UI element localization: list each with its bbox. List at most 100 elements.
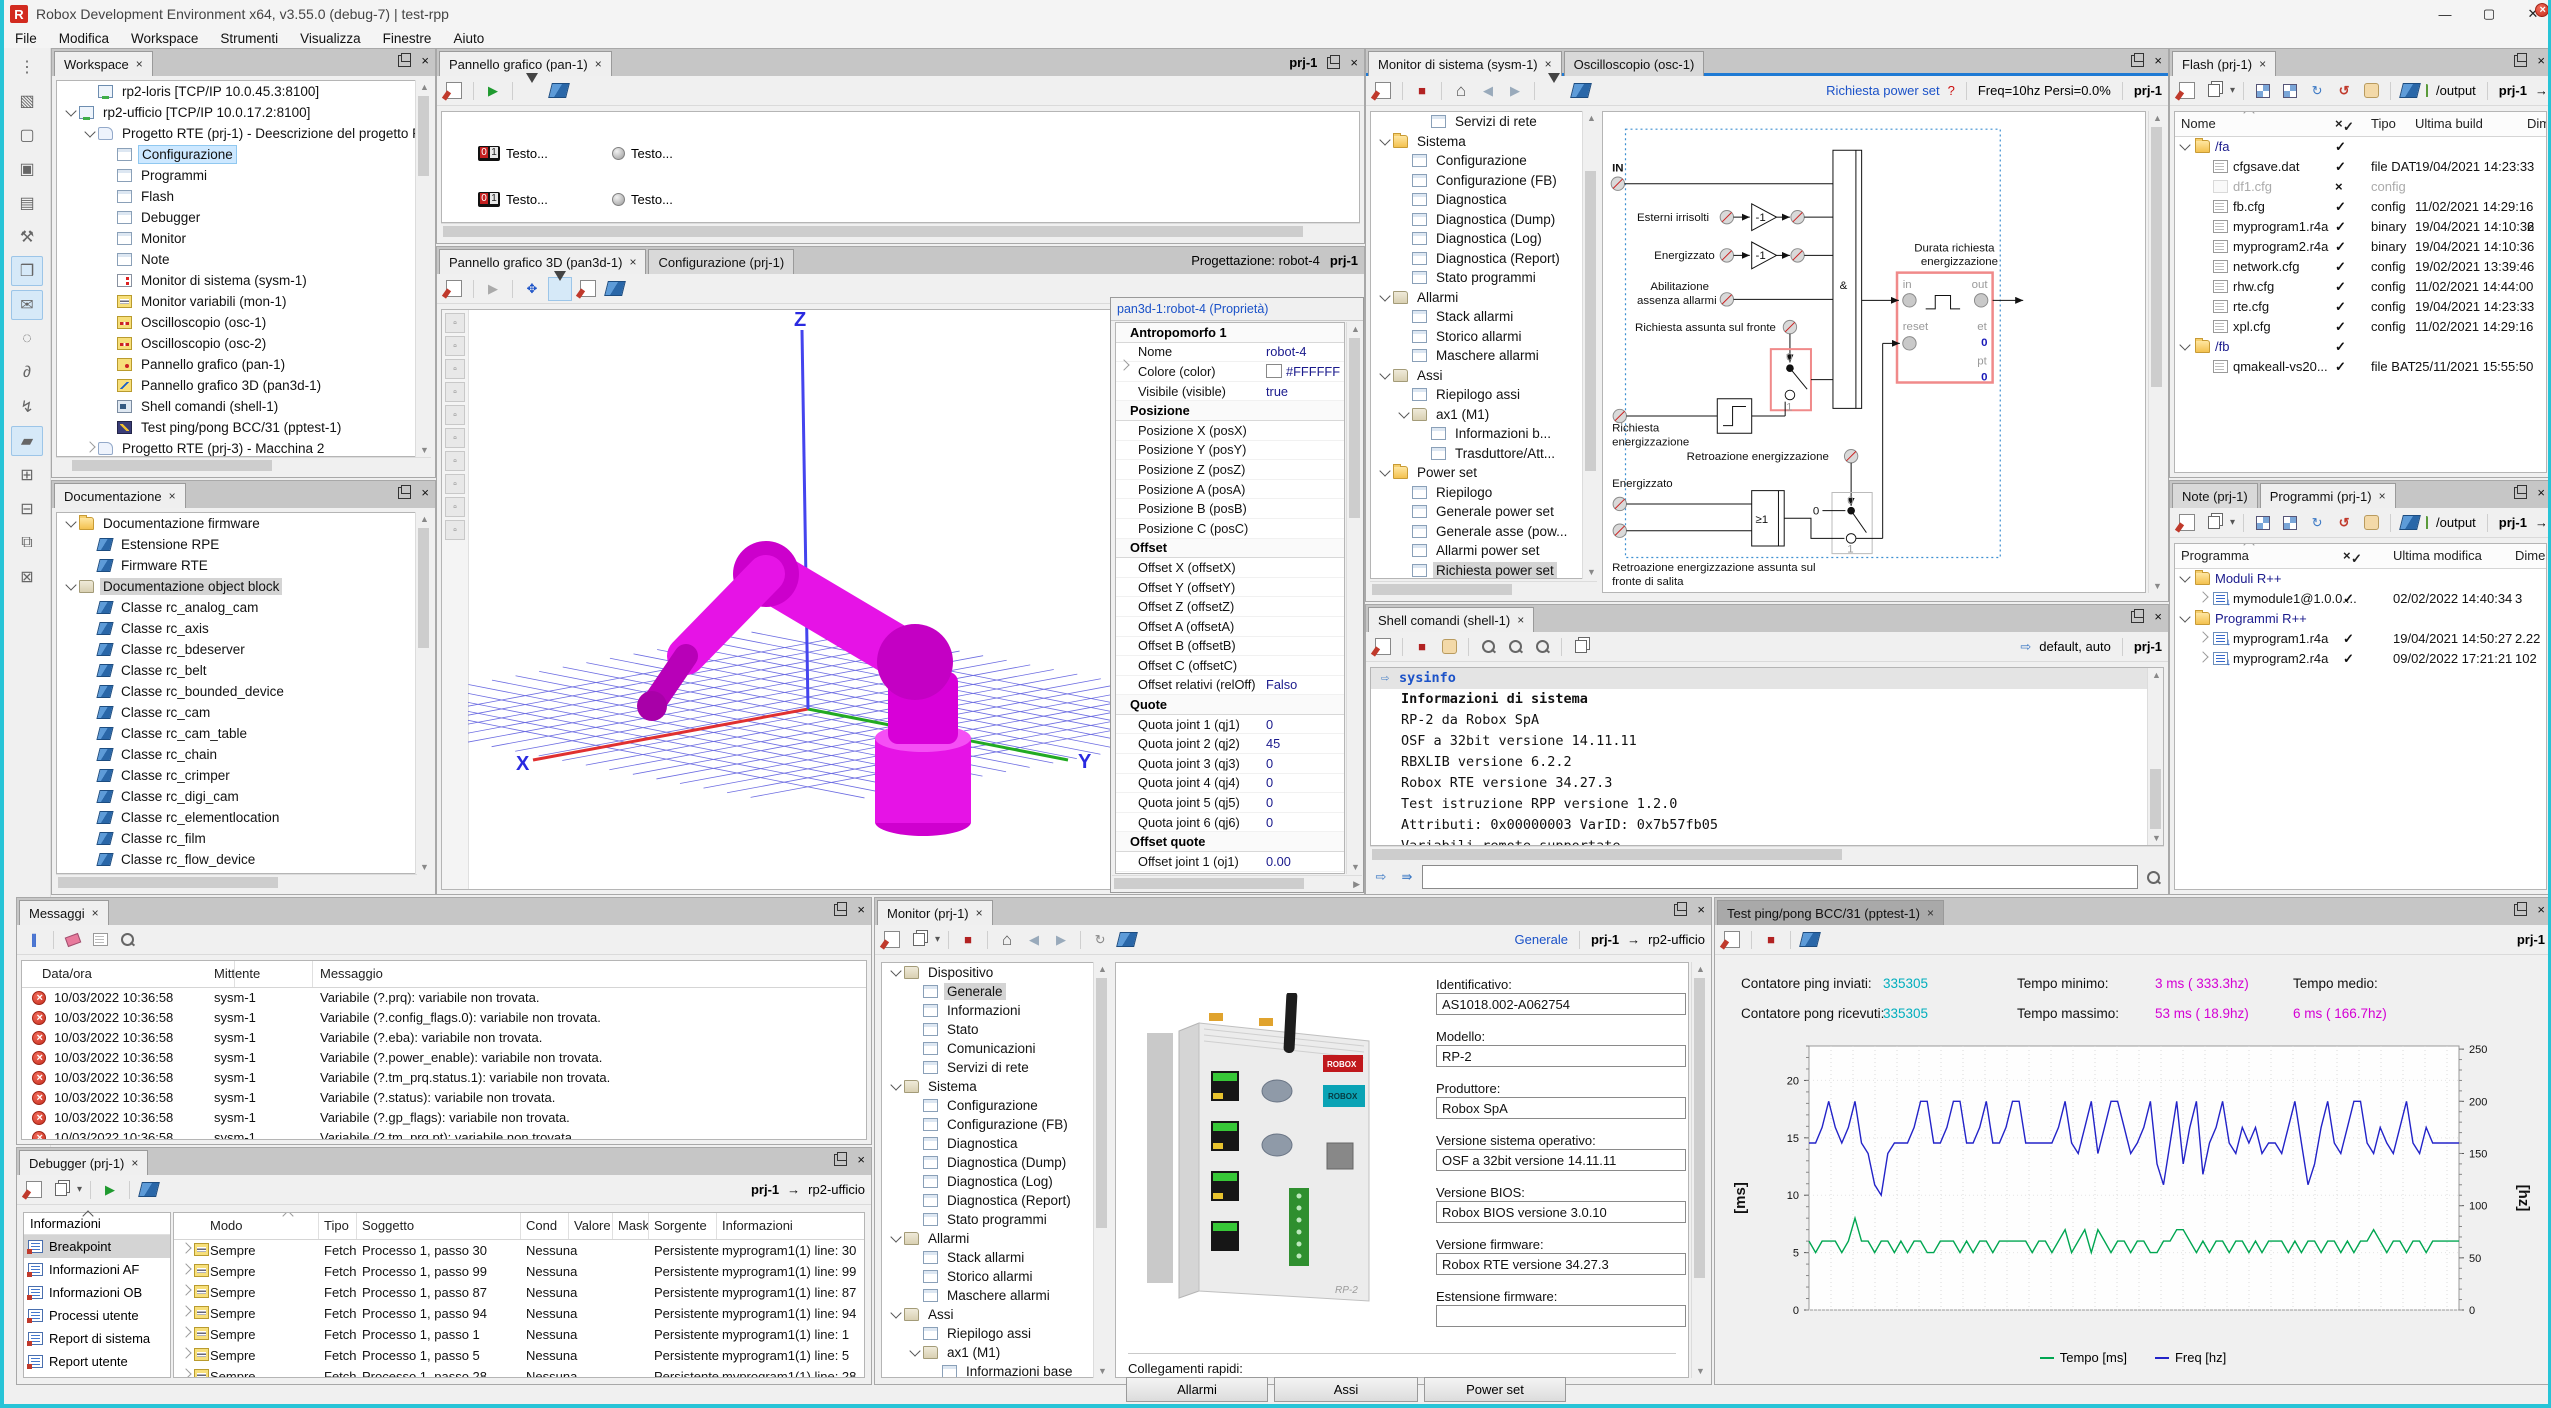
chevron-down-icon[interactable] xyxy=(65,579,76,590)
float-icon[interactable] xyxy=(834,904,847,916)
menu-aiuto[interactable]: Aiuto xyxy=(442,31,495,46)
float-icon[interactable] xyxy=(1674,904,1687,916)
monitor-tree-vscrollbar[interactable]: ▲▼ xyxy=(1093,962,1109,1378)
tab-debugger[interactable]: Debugger (prj-1)× xyxy=(19,1150,148,1175)
property-row[interactable]: Quota joint 4 (qj4)0 xyxy=(1116,774,1344,794)
help-book-icon[interactable] xyxy=(548,80,570,102)
message-row[interactable]: 10/03/2022 10:36:58sysm-1Variabile (?.eb… xyxy=(22,1028,866,1048)
message-row[interactable]: 10/03/2022 10:36:58sysm-1Variabile (?.tm… xyxy=(22,1128,866,1140)
iso-view-icon[interactable]: ▫ xyxy=(445,497,465,517)
help-book-icon[interactable] xyxy=(2399,512,2421,534)
new-doc-icon[interactable]: ▢ xyxy=(11,120,43,150)
quick-button-power-set[interactable]: Power set xyxy=(1424,1377,1566,1402)
table-row[interactable]: fb.cfg✓config11/02/2021 14:29:16 xyxy=(2175,197,2546,217)
props-hscrollbar[interactable]: ▶ xyxy=(1112,875,1362,891)
chevron-down-icon[interactable] xyxy=(65,105,76,116)
pointer-icon[interactable] xyxy=(1543,80,1565,102)
send-icon[interactable]: ⇨ xyxy=(1370,866,1392,888)
table-row[interactable]: network.cfg✓config19/02/2021 13:39:46 xyxy=(2175,257,2546,277)
tab-monitor[interactable]: Monitor (prj-1)× xyxy=(877,900,993,925)
tree-item[interactable]: Test ping/pong BCC/31 (pptest-1) xyxy=(57,417,430,438)
property-row[interactable]: Posizione B (posB) xyxy=(1116,499,1344,519)
move-icon[interactable]: ✥ xyxy=(521,278,543,300)
float-icon[interactable] xyxy=(834,1154,847,1166)
tab-pan3d[interactable]: Pannello grafico 3D (pan3d-1)× xyxy=(439,249,646,274)
sysmon-page-link[interactable]: Richiesta power set xyxy=(1826,83,1939,98)
chevron-down-icon[interactable] xyxy=(1379,290,1390,301)
tab-workspace[interactable]: Workspace× xyxy=(54,51,153,76)
tree-item[interactable]: Trasduttore/Att... xyxy=(1371,444,1583,464)
edit-sheet-icon[interactable] xyxy=(881,929,903,951)
search-icon[interactable]: ◌ xyxy=(11,324,43,354)
hand-icon[interactable] xyxy=(2360,80,2382,102)
search-up-icon[interactable] xyxy=(1504,636,1526,658)
tree-item[interactable]: Generale xyxy=(882,982,1094,1001)
tree-item[interactable]: Configurazione xyxy=(882,1096,1094,1115)
tree-item[interactable]: Generale power set xyxy=(1371,502,1583,522)
tab-messaggi[interactable]: Messaggi× xyxy=(19,900,109,925)
table-row[interactable]: Programmi R++ xyxy=(2175,609,2546,629)
edit-sheet-icon[interactable] xyxy=(1372,636,1394,658)
table-row[interactable]: myprogram2.r4a✓09/02/2022 17:21:21102 xyxy=(2175,649,2546,669)
tree-item[interactable]: Configurazione (FB) xyxy=(882,1115,1094,1134)
windows-icon[interactable]: ⧉ xyxy=(11,528,43,558)
tree-item[interactable]: ax1 (M1) xyxy=(882,1343,1094,1362)
close-icon[interactable]: × xyxy=(857,1155,865,1165)
pan1-hscrollbar[interactable] xyxy=(441,223,1360,239)
close-icon[interactable]: × xyxy=(2537,488,2545,498)
undo-icon[interactable]: ↺ xyxy=(2333,512,2355,534)
table-row[interactable]: df1.cfg×config xyxy=(2175,177,2546,197)
tree-item[interactable]: Flash xyxy=(57,186,430,207)
property-row[interactable]: Offset joint 1 (oj1)0.00 xyxy=(1116,852,1344,872)
chevron-down-icon[interactable] xyxy=(890,1079,901,1090)
close-icon[interactable]: × xyxy=(1350,58,1358,68)
window-next-icon[interactable]: ⊞ xyxy=(11,460,43,490)
property-section[interactable]: Offset quote xyxy=(1116,832,1344,852)
tree-item[interactable]: Informazioni base xyxy=(882,1362,1094,1378)
field-value[interactable]: RP-2 xyxy=(1436,1045,1686,1067)
send-all-icon[interactable]: ⇛ xyxy=(1396,866,1418,888)
debugger-info-item[interactable]: Report utente xyxy=(24,1350,170,1373)
top-view-icon[interactable]: ▫ xyxy=(445,428,465,448)
tab-note[interactable]: Note (prj-1) xyxy=(2172,483,2258,508)
table-row[interactable]: /fa✓ xyxy=(2175,137,2546,157)
tree-item[interactable]: Classe rc_bdeserver xyxy=(57,639,416,660)
tree-item[interactable]: Progetto RTE (prj-1) - Deescrizione del … xyxy=(57,123,430,144)
copy-icon[interactable] xyxy=(2203,80,2225,102)
property-row[interactable]: Posizione Y (posY) xyxy=(1116,441,1344,461)
build-icon[interactable] xyxy=(2279,80,2301,102)
debugger-info-item[interactable]: Processi utente xyxy=(24,1304,170,1327)
tree-item[interactable]: Classe rc_film xyxy=(57,828,416,849)
table-row[interactable]: myprogram1.r4a✓19/04/2021 14:50:272.22 xyxy=(2175,629,2546,649)
tab-oscilloscopio[interactable]: Oscilloscopio (osc-1) xyxy=(1564,51,1705,76)
build-all-icon[interactable] xyxy=(2252,80,2274,102)
tree-item[interactable]: Classe rc_cam xyxy=(57,702,416,723)
tree-item[interactable]: Monitor xyxy=(57,228,430,249)
table-row[interactable]: qmakeall-vs20...✓file BAT25/11/2021 15:5… xyxy=(2175,357,2546,377)
chevron-down-icon[interactable] xyxy=(65,516,76,527)
sysmon-help-q[interactable]: ? xyxy=(1948,83,1955,98)
copy-icon[interactable] xyxy=(1570,636,1592,658)
message-row[interactable]: 10/03/2022 10:36:58sysm-1Variabile (?.gp… xyxy=(22,1108,866,1128)
sync-icon[interactable]: ↻ xyxy=(2306,80,2328,102)
pointer-icon[interactable]: ▫ xyxy=(445,313,465,333)
rotate-icon[interactable]: ▫ xyxy=(445,382,465,402)
message-row[interactable]: 10/03/2022 10:36:58sysm-1Variabile (?.po… xyxy=(22,1048,866,1068)
tree-item[interactable]: rp2-loris [TCP/IP 10.0.45.3:8100] xyxy=(57,81,430,102)
tools-icon[interactable]: ⚒ xyxy=(11,222,43,252)
tree-item[interactable]: Estensione RPE xyxy=(57,534,416,555)
clip-icon[interactable]: ∂ xyxy=(11,358,43,388)
breakpoint-row[interactable]: SempreFetchProcesso 1, passo 99NessunaPe… xyxy=(174,1261,864,1282)
property-row[interactable]: Posizione C (posC) xyxy=(1116,519,1344,539)
help-book-icon[interactable] xyxy=(1116,929,1138,951)
help-book-icon[interactable] xyxy=(1799,929,1821,951)
chevron-down-icon[interactable] xyxy=(890,1231,901,1242)
debugger-info-item[interactable]: Report di sistema xyxy=(24,1327,170,1350)
tree-item[interactable]: Maschere allarmi xyxy=(882,1286,1094,1305)
tree-item[interactable]: Pannello grafico (pan-1) xyxy=(57,354,430,375)
tree-item[interactable]: Stack allarmi xyxy=(1371,307,1583,327)
edit-sheet-icon[interactable] xyxy=(1721,929,1743,951)
float-icon[interactable] xyxy=(2514,904,2527,916)
stop-icon[interactable]: ■ xyxy=(1760,929,1782,951)
tree-item[interactable]: Classe rc_bounded_device xyxy=(57,681,416,702)
